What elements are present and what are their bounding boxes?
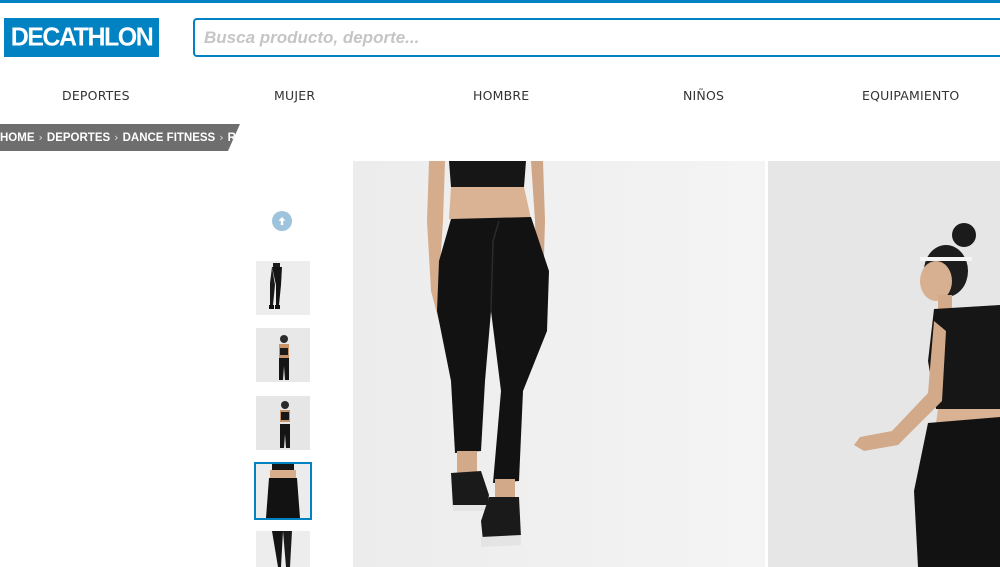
breadcrumb-deportes[interactable]: DEPORTES <box>47 132 110 144</box>
gallery-thumbnail-2[interactable] <box>256 328 310 382</box>
decathlon-logo[interactable]: DECATHLON <box>4 18 159 57</box>
breadcrumb: HOME › DEPORTES › DANCE FITNESS › ROPA <box>0 124 240 151</box>
logo-text: DECATHLON <box>10 22 154 52</box>
breadcrumb-chevron-icon: › <box>114 131 119 144</box>
breadcrumb-chevron-icon: › <box>38 131 43 144</box>
breadcrumb-dance-fitness[interactable]: DANCE FITNESS <box>123 132 216 144</box>
top-accent-bar <box>0 0 1000 3</box>
nav-item-equipamiento[interactable]: EQUIPAMIENTO <box>862 88 959 103</box>
search-box[interactable] <box>193 18 1000 57</box>
gallery-thumbnail-1[interactable] <box>256 261 310 315</box>
product-main-image[interactable] <box>353 161 765 567</box>
gallery-scroll-up-button[interactable] <box>272 211 292 231</box>
model-side-photo <box>768 161 1000 567</box>
breadcrumb-home[interactable]: HOME <box>0 132 35 144</box>
main-nav: DEPORTES MUJER HOMBRE NIÑOS EQUIPAMIENTO <box>0 88 1000 108</box>
gallery-thumbnail-3[interactable] <box>256 396 310 450</box>
breadcrumb-chevron-icon: › <box>219 131 224 144</box>
leggings-model-photo <box>353 161 765 567</box>
gallery-thumbnail-4-selected[interactable] <box>254 462 312 520</box>
model-front-thumbnail-image <box>256 396 310 450</box>
leggings-waist-thumbnail-image <box>256 464 310 518</box>
search-input[interactable] <box>195 20 1000 55</box>
nav-item-hombre[interactable]: HOMBRE <box>473 88 529 103</box>
leggings-legs-thumbnail-image <box>256 531 310 567</box>
gallery-thumbnail-5[interactable] <box>256 531 310 567</box>
nav-item-mujer[interactable]: MUJER <box>274 88 315 103</box>
arrow-up-icon <box>278 217 286 225</box>
nav-item-deportes[interactable]: DEPORTES <box>62 88 130 103</box>
model-back-thumbnail-image <box>256 328 310 382</box>
breadcrumb-ropa[interactable]: ROPA <box>228 132 240 144</box>
product-secondary-image[interactable] <box>768 161 1000 567</box>
nav-item-ninos[interactable]: NIÑOS <box>683 88 724 103</box>
leggings-front-thumbnail-image <box>256 261 310 315</box>
